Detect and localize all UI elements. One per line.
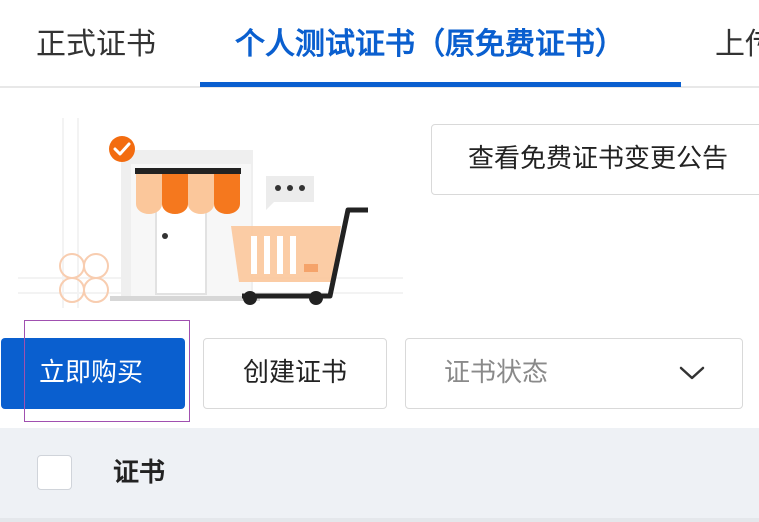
buy-now-button[interactable]: 立即购买 [1, 338, 185, 409]
tab-formal-certificate[interactable]: 正式证书 [36, 22, 156, 68]
chevron-down-icon [679, 366, 705, 380]
tab-upload-certificate[interactable]: 上传 [715, 22, 759, 68]
select-all-checkbox[interactable] [37, 455, 72, 490]
status-select-placeholder: 证书状态 [444, 358, 549, 388]
shop-cart-illustration [18, 118, 403, 308]
create-certificate-button[interactable]: 创建证书 [203, 338, 387, 409]
table-divider [0, 518, 759, 522]
column-header-certificate[interactable]: 证书 [113, 450, 165, 496]
certificate-status-select[interactable]: 证书状态 [405, 338, 743, 409]
tab-personal-test-certificate[interactable]: 个人测试证书（原免费证书） [235, 22, 625, 68]
certificate-tabs: 正式证书 个人测试证书（原免费证书） 上传 [0, 0, 759, 88]
ssl-certificate-page: 正式证书 个人测试证书（原免费证书） 上传 [0, 0, 759, 522]
free-certificate-change-notice-button[interactable]: 查看免费证书变更公告 [431, 124, 759, 195]
checkmark-badge-icon [109, 136, 135, 162]
active-tab-indicator [200, 82, 681, 87]
